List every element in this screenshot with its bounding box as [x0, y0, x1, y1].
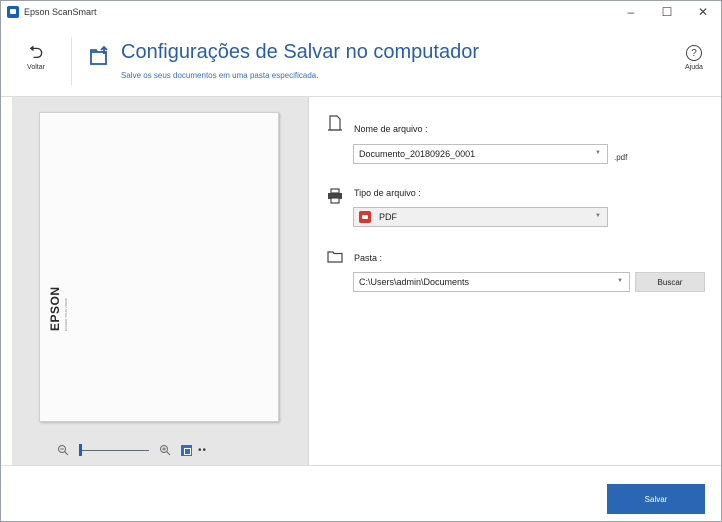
help-button[interactable]: ? Ajuda: [679, 45, 709, 71]
zoom-out-icon[interactable]: [57, 444, 69, 456]
folder-path-input[interactable]: C:\Users\admin\Documents ▼: [353, 272, 630, 292]
more-options-icon[interactable]: ••: [198, 445, 207, 456]
save-settings-form: Nome de arquivo : Documento_20180926_000…: [321, 97, 711, 465]
window-title: Epson ScanSmart: [24, 7, 97, 17]
chevron-down-icon[interactable]: ▼: [595, 213, 601, 219]
maximize-button[interactable]: ☐: [649, 1, 685, 23]
page-subtitle: Salve os seus documentos em uma pasta es…: [121, 71, 319, 80]
preview-panel: EPSON EXCEED YOUR VISION ••: [12, 97, 309, 465]
back-label: Voltar: [27, 64, 45, 71]
zoom-slider-thumb[interactable]: [79, 444, 82, 456]
fit-to-window-icon[interactable]: [181, 444, 192, 456]
back-arrow-icon: ⮌: [28, 42, 44, 62]
filetype-select[interactable]: PDF ▼: [353, 207, 608, 227]
zoom-slider-track: [79, 450, 149, 451]
save-to-folder-icon: [90, 45, 108, 65]
page-logo-subtext: EXCEED YOUR VISION: [64, 298, 68, 331]
printer-icon: [328, 188, 342, 204]
app-window: Epson ScanSmart – ☐ ✕ ⮌ Voltar Configura…: [0, 0, 722, 522]
scanned-page-preview[interactable]: EPSON EXCEED YOUR VISION: [39, 112, 279, 422]
filename-input[interactable]: Documento_20180926_0001 ▼: [353, 144, 608, 164]
browse-button[interactable]: Buscar: [635, 272, 705, 292]
filetype-label: Tipo de arquivo :: [354, 188, 421, 198]
chevron-down-icon[interactable]: ▼: [617, 278, 623, 284]
folder-icon: [327, 251, 343, 263]
document-icon: [328, 115, 342, 131]
folder-label: Pasta :: [354, 253, 383, 263]
chevron-down-icon[interactable]: ▼: [595, 150, 601, 156]
zoom-slider[interactable]: [79, 444, 149, 456]
folder-path-value: C:\Users\admin\Documents: [359, 277, 470, 287]
pdf-file-icon: [359, 211, 371, 223]
help-icon: ?: [686, 45, 702, 61]
filename-value: Documento_20180926_0001: [359, 149, 476, 159]
minimize-button[interactable]: –: [613, 1, 649, 23]
filetype-value: PDF: [379, 212, 397, 222]
footer-bar: Salvar: [1, 465, 721, 521]
help-label: Ajuda: [685, 64, 703, 71]
back-button[interactable]: ⮌ Voltar: [19, 43, 53, 71]
title-bar: Epson ScanSmart – ☐ ✕: [1, 1, 721, 23]
save-button[interactable]: Salvar: [607, 484, 705, 514]
page-title: Configurações de Salvar no computador: [121, 41, 479, 63]
filename-label: Nome de arquivo :: [354, 124, 428, 134]
close-button[interactable]: ✕: [685, 1, 721, 23]
zoom-in-icon[interactable]: [159, 444, 171, 456]
app-logo-icon: [7, 6, 19, 18]
page-logo-text: EPSON: [48, 286, 62, 331]
header-divider: [71, 37, 72, 85]
window-controls: – ☐ ✕: [613, 1, 721, 23]
filename-extension: .pdf: [614, 153, 628, 162]
zoom-controls: ••: [57, 443, 257, 457]
page-header: ⮌ Voltar Configurações de Salvar no comp…: [1, 23, 721, 97]
